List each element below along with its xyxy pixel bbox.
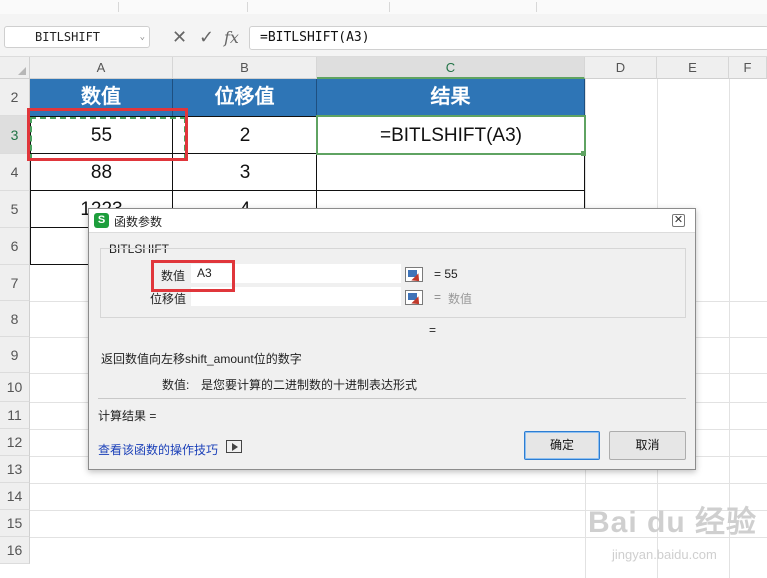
column-header-b[interactable]: B xyxy=(173,57,317,79)
watermark-url: jingyan.baidu.com xyxy=(612,547,717,562)
row-header-5[interactable]: 5 xyxy=(0,191,30,228)
toolbar-divider xyxy=(118,2,119,12)
row-header-10[interactable]: 10 xyxy=(0,373,30,402)
range-picker-icon[interactable] xyxy=(405,267,423,282)
toolbar-divider xyxy=(536,2,537,12)
cell-b4[interactable]: 3 xyxy=(173,154,317,191)
toolbar-divider xyxy=(389,2,390,12)
row-header-6[interactable]: 6 xyxy=(0,228,30,265)
select-all-corner[interactable] xyxy=(0,57,30,79)
formula-result-equals: = xyxy=(429,323,437,337)
active-cell-border xyxy=(316,115,586,155)
cell-b3[interactable]: 2 xyxy=(173,117,317,154)
row-header-14[interactable]: 14 xyxy=(0,483,30,510)
formula-bar: BITLSHIFT ⌄ ✕ ✓ fx =BITLSHIFT(A3) xyxy=(0,14,767,57)
row-header-7[interactable]: 7 xyxy=(0,265,30,301)
video-icon[interactable] xyxy=(226,440,242,453)
row-header-15[interactable]: 15 xyxy=(0,510,30,537)
row-header-9[interactable]: 9 xyxy=(0,337,30,373)
function-description: 返回数值向左移shift_amount位的数字 xyxy=(101,352,302,366)
table-header-result[interactable]: 结果 xyxy=(317,79,585,116)
table-border xyxy=(30,190,585,191)
grid-line xyxy=(30,483,767,484)
param-label: 数值: xyxy=(162,378,190,392)
column-header-a[interactable]: A xyxy=(30,57,173,79)
row-header-2[interactable]: 2 xyxy=(0,79,30,116)
row-header-3[interactable]: 3 xyxy=(0,116,30,154)
row-header-13[interactable]: 13 xyxy=(0,456,30,483)
range-picker-icon[interactable] xyxy=(405,290,423,305)
accept-icon[interactable]: ✓ xyxy=(199,27,214,47)
column-header-e[interactable]: E xyxy=(657,57,729,79)
fx-icon[interactable]: fx xyxy=(224,28,239,48)
ok-button[interactable]: 确定 xyxy=(524,431,600,460)
arg2-result-equals: = xyxy=(434,290,442,304)
divider xyxy=(98,398,686,399)
watermark-logo: Bai du 经验 xyxy=(588,506,758,539)
column-header-c[interactable]: C xyxy=(317,57,585,79)
arg2-label: 位移值 xyxy=(150,292,187,306)
toolbar-divider xyxy=(247,2,248,12)
cancel-button[interactable]: 取消 xyxy=(609,431,686,460)
table-header-shift[interactable]: 位移值 xyxy=(173,79,317,116)
row-header-8[interactable]: 8 xyxy=(0,301,30,337)
dialog-title-bar[interactable]: S 函数参数 ✕ xyxy=(89,209,695,233)
param-description: 是您要计算的二进制数的十进制表达形式 xyxy=(201,378,418,392)
name-box[interactable]: BITLSHIFT ⌄ xyxy=(4,26,150,48)
fill-handle[interactable] xyxy=(581,151,586,156)
row-header-11[interactable]: 11 xyxy=(0,402,30,429)
wps-logo-icon: S xyxy=(94,213,109,228)
function-arguments-dialog: S 函数参数 ✕ BITLSHIFT 数值 A3 = 55 位移值 = 数值 =… xyxy=(88,208,696,470)
column-header-d[interactable]: D xyxy=(585,57,657,79)
formula-input[interactable]: =BITLSHIFT(A3) xyxy=(249,26,767,50)
row-header-4[interactable]: 4 xyxy=(0,154,30,191)
highlight-box-a3 xyxy=(27,108,188,161)
help-link[interactable]: 查看该函数的操作技巧 xyxy=(98,441,218,458)
arg2-result: 数值 xyxy=(448,292,473,306)
column-header-f[interactable]: F xyxy=(729,57,767,79)
toolbar-strip xyxy=(0,0,767,15)
chevron-down-icon[interactable]: ⌄ xyxy=(140,27,145,47)
row-header-16[interactable]: 16 xyxy=(0,537,30,564)
highlight-box-arg1 xyxy=(151,260,235,292)
close-icon[interactable]: ✕ xyxy=(672,214,685,227)
cancel-icon[interactable]: ✕ xyxy=(172,27,187,47)
calc-result-label: 计算结果 = xyxy=(98,409,157,423)
arg1-result: = 55 xyxy=(434,267,458,281)
dialog-title: 函数参数 xyxy=(114,215,163,229)
row-header-12[interactable]: 12 xyxy=(0,429,30,456)
name-box-value: BITLSHIFT xyxy=(35,30,101,44)
